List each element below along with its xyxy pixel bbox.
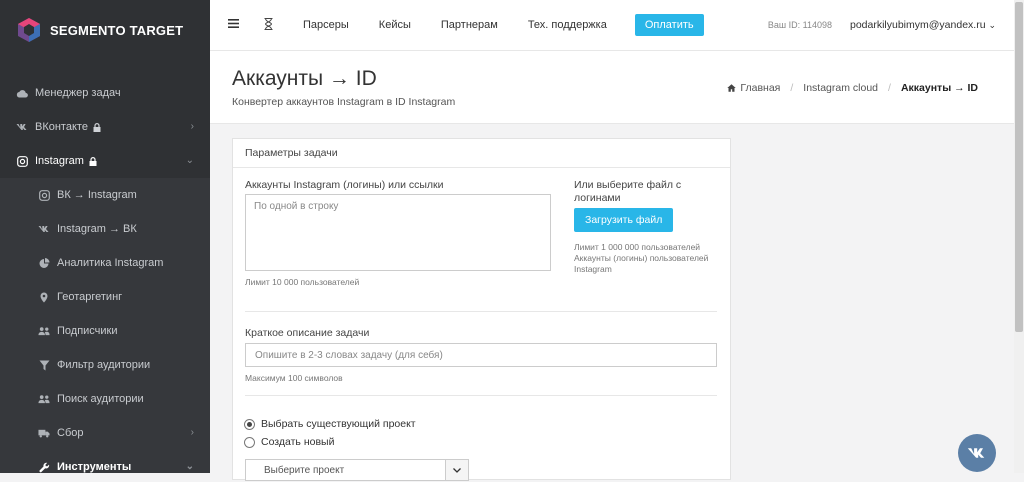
chevron-right-icon: › [190,121,194,132]
sidebar-item-task-manager[interactable]: Менеджер задач [0,76,210,110]
radio-label: Выбрать существующий проект [261,418,416,430]
wrench-icon [38,461,50,473]
cloud-icon [16,87,28,99]
lock-icon [89,156,97,166]
card-title: Параметры задачи [233,139,730,168]
vk-chat-button[interactable] [958,434,996,472]
pie-chart-icon [38,257,50,269]
brand-name: SEGMENTO TARGET [50,22,184,38]
filter-icon [38,359,50,371]
sidebar-item-vk-to-instagram[interactable]: ВК → Instagram [0,178,210,212]
description-input[interactable] [245,343,717,367]
file-hint: Лимит 1 000 000 пользователей Аккаунты (… [574,242,709,274]
scroll-thumb[interactable] [1015,2,1023,332]
user-menu[interactable]: podarkilyubimym@yandex.ru ⌄ [850,19,996,31]
user-email: podarkilyubimym@yandex.ru [849,19,986,31]
sidebar: SEGMENTO TARGET Менеджер задач ВКонтакте… [0,0,210,473]
radio-unchecked[interactable] [244,436,255,448]
chevron-down-icon: ⌄ [988,20,996,30]
hourglass-icon[interactable] [264,17,273,33]
breadcrumb-separator: / [888,82,891,94]
home-icon [727,84,737,92]
accounts-label: Аккаунты Instagram (логины) или ссылки [245,179,444,191]
breadcrumb-instagram-cloud[interactable]: Instagram cloud [803,82,878,94]
instagram-icon [16,155,28,167]
radio-checked[interactable] [244,418,255,430]
chevron-down-icon: ⌄ [185,155,194,166]
user-id: Ваш ID: 114098 [767,20,832,30]
radio-existing-project[interactable]: Выбрать существующий проект [244,418,416,430]
sidebar-item-label: Фильтр аудитории [57,359,151,371]
chevron-right-icon: › [190,427,194,438]
truck-icon [38,427,50,439]
vk-icon [38,223,50,235]
nav-link-parsers[interactable]: Парсеры [303,19,349,31]
divider [245,311,717,312]
breadcrumb-current: Аккаунты → ID [900,82,978,94]
sidebar-item-instagram[interactable]: Instagram ⌄ [0,144,210,178]
accounts-textarea[interactable] [245,194,551,271]
vk-icon [16,121,28,133]
breadcrumb-label: Главная [740,82,781,94]
sidebar-item-label: Геотаргетинг [57,291,123,303]
divider [245,395,717,396]
description-label: Краткое описание задачи [245,327,370,339]
radio-new-project[interactable]: Создать новый [244,436,334,448]
chevron-down-icon [445,460,468,480]
sidebar-item-label: Сбор [57,427,84,439]
file-label: Или выберите файл с логинами [574,179,682,204]
sidebar-item-instagram-analytics[interactable]: Аналитика Instagram [0,246,210,280]
sidebar-item-label: Instagram [35,155,84,167]
sidebar-item-audience-filter[interactable]: Фильтр аудитории [0,348,210,382]
page-scrollbar[interactable] [1014,0,1024,473]
description-hint: Максимум 100 символов [245,373,343,383]
sidebar-item-tools[interactable]: Инструменты ⌄ [0,450,210,473]
sidebar-item-label: ВКонтакте [35,121,88,133]
breadcrumb-separator: / [790,82,794,94]
accounts-hint: Лимит 10 000 пользователей [245,277,360,287]
project-select-value: Выберите проект [264,465,345,476]
nav-link-support[interactable]: Тех. поддержка [528,19,607,31]
sidebar-item-label: Инструменты [57,461,132,473]
nav-link-cases[interactable]: Кейсы [379,19,411,31]
chevron-down-icon: ⌄ [185,461,194,472]
pay-button[interactable]: Оплатить [634,14,704,36]
sidebar-item-label: Аналитика Instagram [57,257,164,269]
sidebar-nav: Менеджер задач ВКонтакте › Instagram ⌄ В… [0,76,210,473]
top-bar: Парсеры Кейсы Партнерам Тех. поддержка О… [210,0,1014,51]
page-title: Аккаунты → ID [232,67,377,90]
page-subtitle: Конвертер аккаунтов Instagram в ID Insta… [232,96,456,108]
sidebar-item-geotargeting[interactable]: Геотаргетинг [0,280,210,314]
radio-label: Создать новый [261,436,335,448]
lock-icon [93,122,101,132]
brand[interactable]: SEGMENTO TARGET [0,0,210,60]
page-header: Аккаунты → ID Конвертер аккаунтов Instag… [210,51,1014,124]
nav-link-partners[interactable]: Партнерам [441,19,498,31]
sidebar-item-label: Менеджер задач [35,87,121,99]
sidebar-item-vkontakte[interactable]: ВКонтакте › [0,110,210,144]
sidebar-item-label: ВК → Instagram [57,189,137,201]
upload-file-button[interactable]: Загрузить файл [574,208,674,232]
sidebar-item-collection[interactable]: Сбор › [0,416,210,450]
breadcrumb: Главная / Instagram cloud / Аккаунты → I… [727,82,978,94]
vk-icon [967,448,985,458]
sidebar-item-label: Instagram → ВК [57,223,137,235]
users-icon [38,325,50,337]
logo-icon [18,18,40,42]
breadcrumb-home[interactable]: Главная [727,82,780,94]
instagram-icon [38,189,50,201]
sidebar-item-audience-search[interactable]: Поиск аудитории [0,382,210,416]
sidebar-item-instagram-to-vk[interactable]: Instagram → ВК [0,212,210,246]
task-params-card: Параметры задачи Аккаунты Instagram (лог… [232,138,731,481]
map-marker-icon [38,291,50,303]
hamburger-menu-icon[interactable] [228,19,240,31]
sidebar-item-label: Поиск аудитории [57,393,144,405]
users-icon [38,393,50,405]
project-select[interactable]: Выберите проект [245,459,469,481]
sidebar-item-subscribers[interactable]: Подписчики [0,314,210,348]
sidebar-item-label: Подписчики [57,325,118,337]
